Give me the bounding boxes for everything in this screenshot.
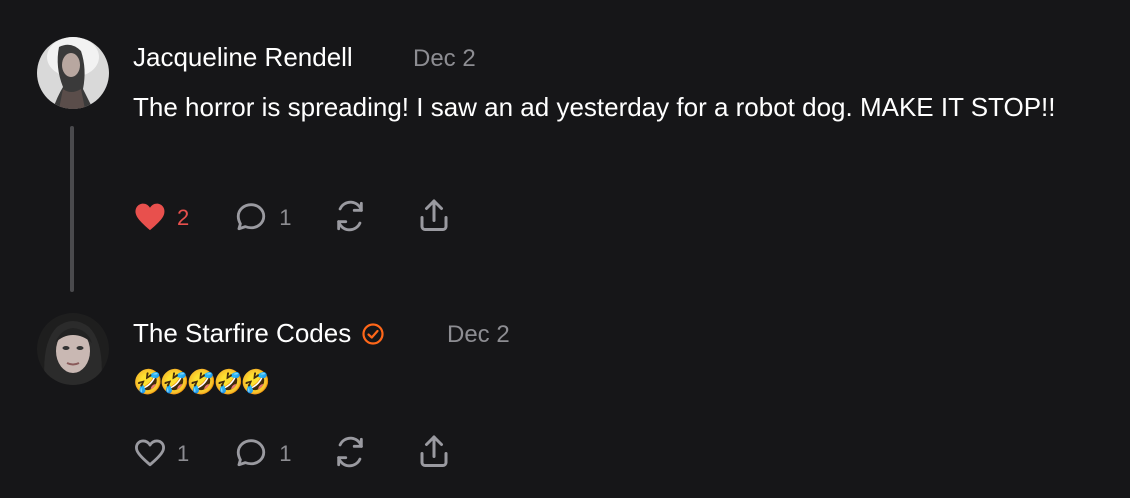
author-name[interactable]: Jacqueline Rendell: [133, 42, 353, 73]
verified-check-icon: [361, 322, 385, 346]
restack-button[interactable]: [332, 435, 368, 474]
reply-count: 1: [279, 441, 292, 466]
heart-icon: [133, 436, 167, 473]
like-count: 1: [177, 441, 190, 466]
restack-button[interactable]: [332, 199, 368, 238]
like-button[interactable]: 2: [133, 200, 189, 237]
restack-icon: [332, 435, 368, 474]
like-count: 2: [177, 205, 190, 230]
avatar[interactable]: [37, 313, 109, 385]
comment-actions: 1 1: [133, 434, 452, 474]
heart-icon: [133, 200, 167, 237]
share-icon: [416, 198, 452, 239]
comment-text: 🤣🤣🤣🤣🤣: [133, 369, 270, 396]
comment-text: The horror is spreading! I saw an ad yes…: [133, 92, 1056, 122]
thread-connector-line: [70, 126, 74, 292]
reply-count: 1: [279, 205, 292, 230]
like-button[interactable]: 1: [133, 436, 189, 473]
author-name[interactable]: The Starfire Codes: [133, 318, 351, 349]
reply-button[interactable]: 1: [233, 199, 292, 238]
comment-bubble-icon: [233, 199, 269, 238]
share-button[interactable]: [416, 198, 452, 239]
share-icon: [416, 434, 452, 475]
reply-button[interactable]: 1: [233, 435, 292, 474]
comment-bubble-icon: [233, 435, 269, 474]
comment-date[interactable]: Dec 2: [413, 45, 476, 73]
share-button[interactable]: [416, 434, 452, 475]
comment-actions: 2 1: [133, 198, 452, 238]
restack-icon: [332, 199, 368, 238]
avatar[interactable]: [37, 37, 109, 109]
comment-date[interactable]: Dec 2: [447, 321, 510, 349]
